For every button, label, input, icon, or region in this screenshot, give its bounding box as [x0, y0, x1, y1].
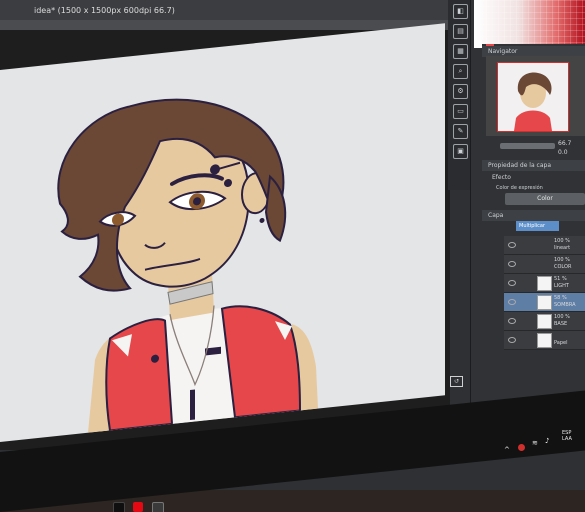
eye-icon[interactable] [508, 299, 516, 305]
expression-color-label: Color de expresión [496, 185, 543, 191]
zoom-value: 66.7 [558, 140, 572, 147]
expression-color-button[interactable]: Color [505, 193, 585, 205]
layer-property-title: Propiedad de la capa [488, 162, 552, 169]
navigator-icon[interactable]: ◧ [453, 4, 468, 19]
eye-icon[interactable] [508, 280, 516, 286]
layer-row[interactable]: 51 % LIGHT [504, 274, 585, 293]
layer-property-header: Propiedad de la capa [482, 160, 585, 171]
search-icon[interactable]: ⌕ [453, 64, 468, 79]
app-icon[interactable] [152, 502, 164, 512]
layer-row[interactable]: 100 % COLOR [504, 255, 585, 274]
layer-row[interactable]: Papel [504, 331, 585, 350]
layer-thumbnail [537, 295, 552, 310]
lock-icon[interactable]: ▣ [453, 144, 468, 159]
settings-icon[interactable]: ⚙ [453, 84, 468, 99]
canvas-rotate-icon[interactable]: ↺ [450, 376, 463, 387]
layer-tab[interactable]: Capa [488, 212, 503, 219]
canvas-area: ↺ [0, 23, 463, 450]
chrome-icon[interactable] [113, 502, 125, 512]
character-illustration [57, 98, 318, 433]
effect-label: Efecto [492, 174, 511, 181]
netflix-icon[interactable] [133, 502, 143, 512]
grid-icon[interactable]: ▦ [453, 44, 468, 59]
chevron-up-icon[interactable]: ^ [504, 447, 511, 454]
language-indicator[interactable]: ESP LAA [562, 430, 572, 442]
layer-thumbnail [537, 333, 552, 348]
document-title: idea* (1500 x 1500px 600dpi 66.7) [34, 6, 175, 15]
wifi-icon[interactable]: ≋ [532, 440, 539, 447]
layer-row-selected[interactable]: 58 % SOMBRA [504, 293, 585, 312]
layer-thumbnail [537, 276, 552, 291]
navigator-title: Navigator [488, 48, 518, 55]
photo-scene: idea* (1500 x 1500px 600dpi 66.7) ↺ ◧ ▤ … [0, 0, 585, 512]
brush-icon[interactable]: ✎ [453, 124, 468, 139]
navigator-thumbnail [497, 62, 569, 132]
layer-thumbnail [537, 314, 552, 329]
zoom-slider[interactable] [500, 143, 555, 149]
eye-icon[interactable] [508, 337, 516, 343]
app-tray-icon[interactable] [518, 444, 525, 451]
layer-row[interactable]: 100 % BASE [504, 312, 585, 331]
eye-icon[interactable] [508, 242, 516, 248]
folder-icon[interactable]: ▭ [453, 104, 468, 119]
jacket-left [105, 318, 174, 432]
eye-icon[interactable] [508, 318, 516, 324]
layer-panel-header: Capa [482, 210, 585, 221]
drawing-canvas[interactable] [0, 23, 445, 443]
blend-mode-select[interactable]: Multiplicar [516, 221, 559, 231]
eye-icon[interactable] [508, 261, 516, 267]
color-palette[interactable] [474, 0, 585, 44]
main-color-swatch[interactable] [474, 40, 482, 48]
rotation-value: 0.0 [558, 149, 568, 156]
jacket-right [220, 305, 302, 419]
volume-icon[interactable]: ♪ [545, 438, 552, 445]
tool-icon-column: ◧ ▤ ▦ ⌕ ⚙ ▭ ✎ ▣ [448, 0, 470, 190]
layer-row[interactable]: 100 % lineart [504, 236, 585, 255]
layer-icon[interactable]: ▤ [453, 24, 468, 39]
